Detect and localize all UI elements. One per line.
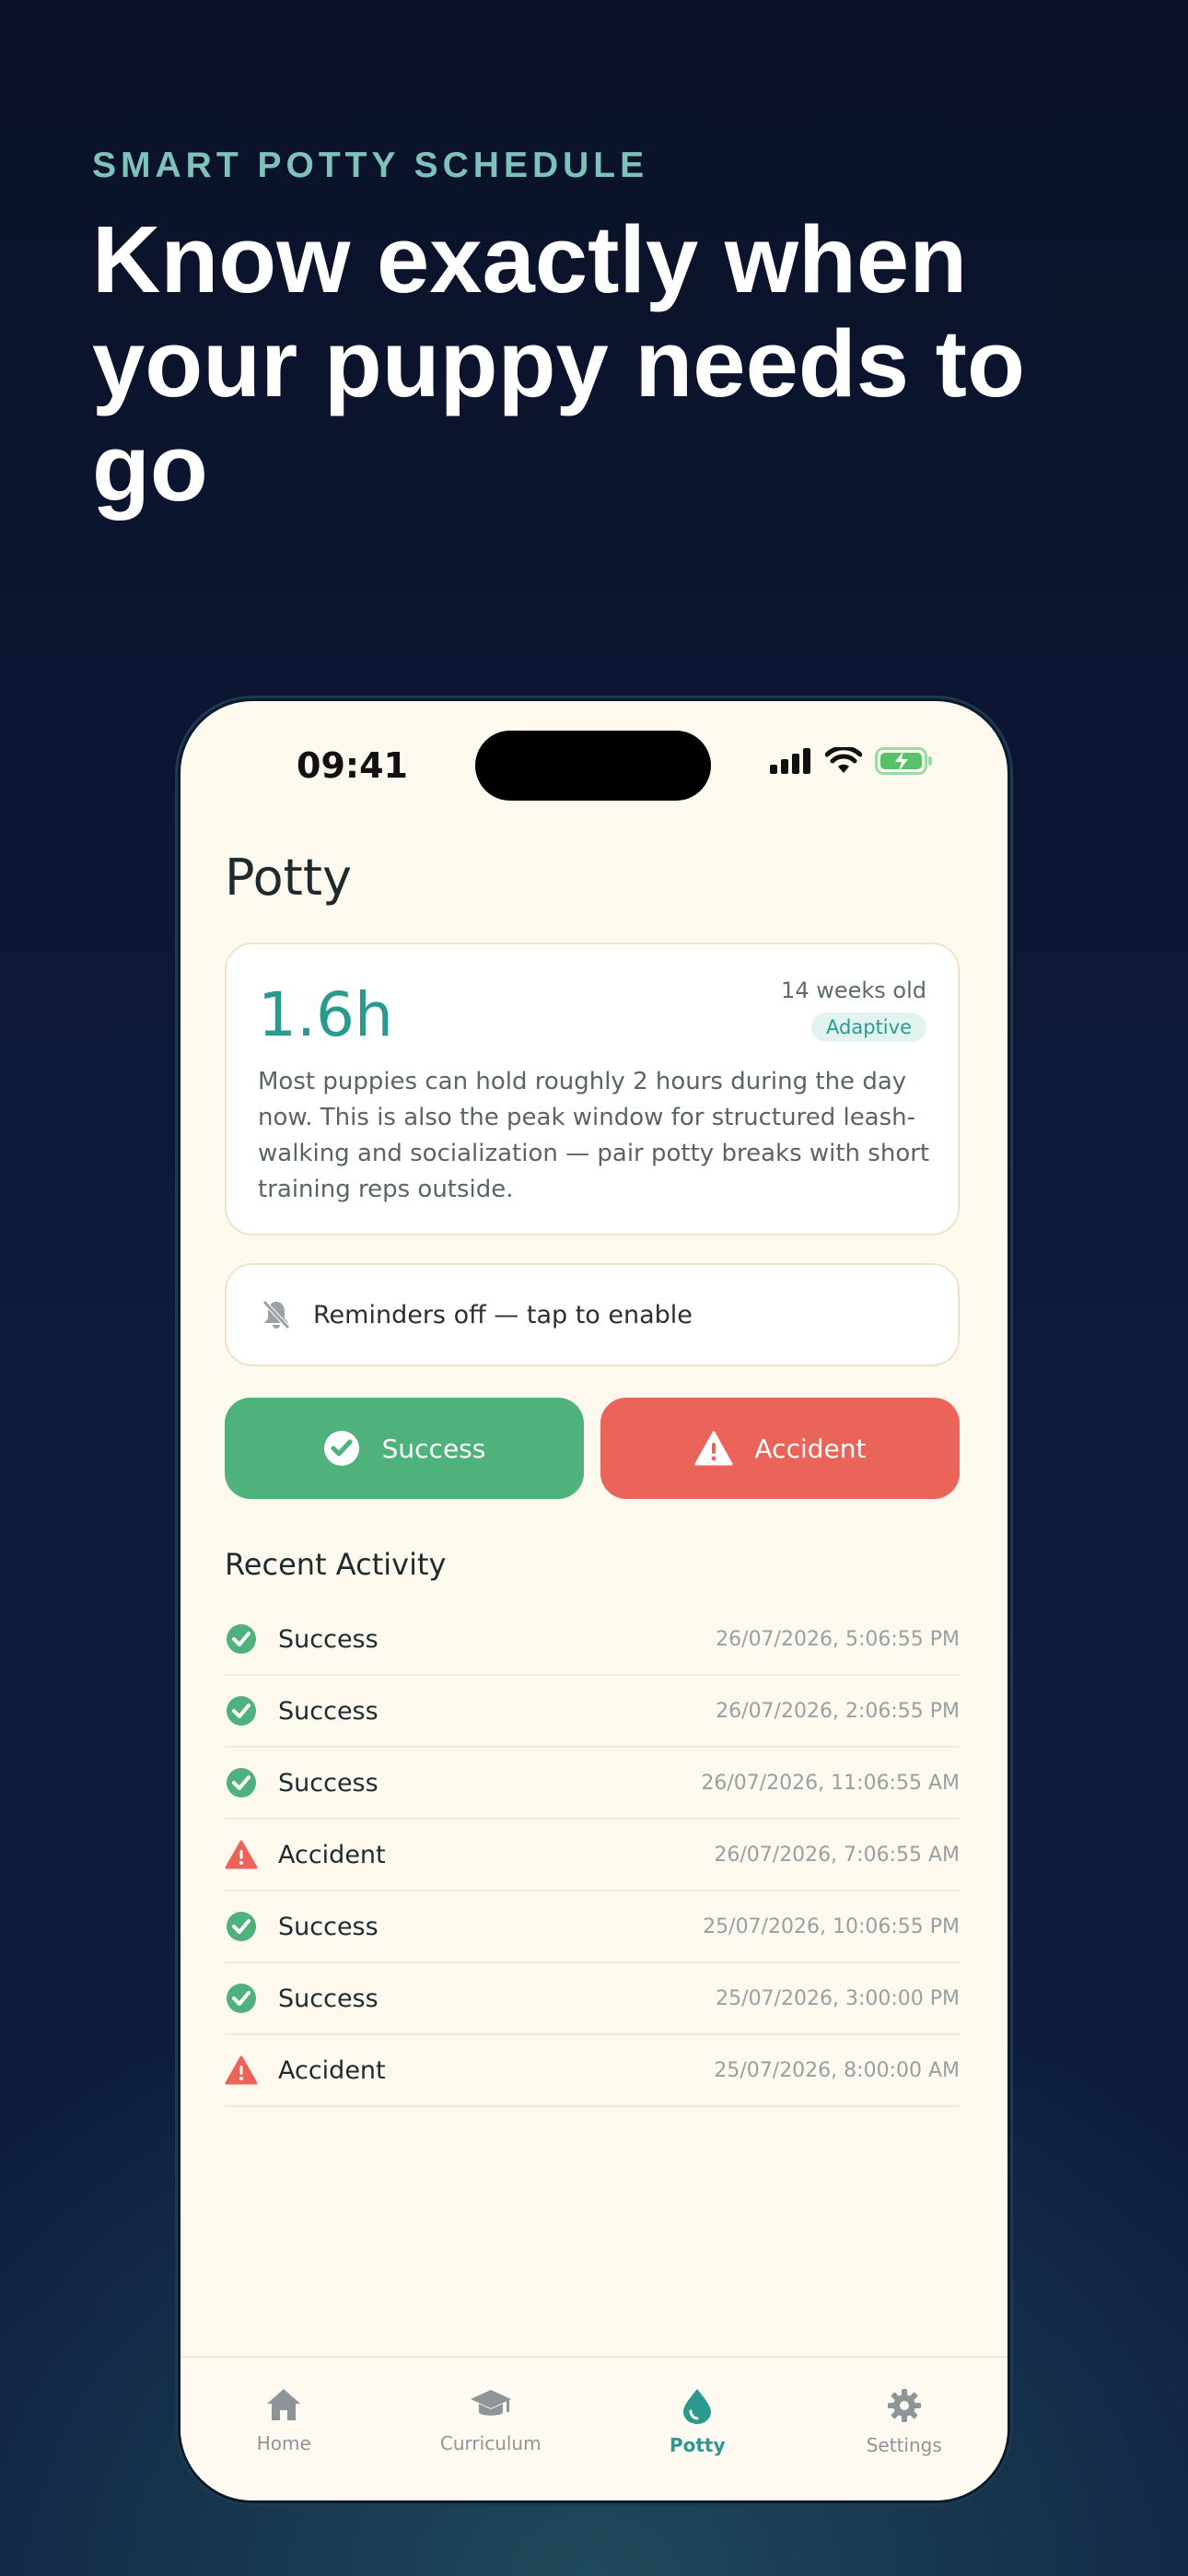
bell-off-icon [262, 1300, 290, 1329]
puppy-age: 14 weeks old [781, 978, 926, 1003]
activity-row[interactable]: Success 25/07/2026, 10:06:55 PM [225, 1891, 960, 1963]
activity-timestamp: 26/07/2026, 2:06:55 PM [716, 1699, 960, 1723]
phone-frame: 09:41 Potty 1.6h 14 weeks old Adaptive M… [175, 696, 1013, 2506]
potty-summary-card: 1.6h 14 weeks old Adaptive Most puppies … [225, 943, 960, 1235]
activity-timestamp: 26/07/2026, 5:06:55 PM [716, 1627, 960, 1651]
activity-label: Accident [278, 1840, 386, 1869]
status-time: 09:41 [297, 745, 408, 786]
activity-timestamp: 25/07/2026, 8:00:00 AM [714, 2058, 960, 2082]
tab-home[interactable]: Home [181, 2358, 388, 2500]
activity-row[interactable]: Success 26/07/2026, 11:06:55 AM [225, 1748, 960, 1820]
activity-label: Success [278, 1912, 379, 1941]
check-circle-icon [323, 1431, 359, 1466]
reminders-toggle[interactable]: Reminders off — tap to enable [225, 1263, 960, 1366]
activity-row[interactable]: Accident 26/07/2026, 7:06:55 AM [225, 1820, 960, 1891]
droplet-icon [681, 2387, 714, 2429]
activity-label: Success [278, 1984, 379, 2013]
home-icon [265, 2387, 302, 2427]
tab-label: Settings [866, 2434, 942, 2456]
app-screen: 09:41 Potty 1.6h 14 weeks old Adaptive M… [181, 701, 1007, 2500]
activity-timestamp: 26/07/2026, 7:06:55 AM [714, 1843, 960, 1867]
tab-label: Curriculum [439, 2432, 542, 2454]
warning-triangle-icon [225, 1838, 258, 1871]
tab-bar: Home Curriculum Potty Settings [181, 2356, 1007, 2500]
hero-headline: Know exactly when your puppy needs to go [92, 206, 1025, 521]
check-circle-icon [225, 1694, 258, 1727]
adaptive-badge: Adaptive [811, 1013, 926, 1042]
warning-triangle-icon [225, 2054, 258, 2087]
activity-timestamp: 26/07/2026, 11:06:55 AM [701, 1771, 960, 1795]
hold-hours: 1.6h [258, 979, 393, 1050]
tab-settings[interactable]: Settings [801, 2358, 1008, 2500]
graduation-cap-icon [470, 2387, 512, 2427]
cellular-signal-icon [770, 748, 810, 774]
accident-button-label: Accident [754, 1433, 867, 1464]
activity-timestamp: 25/07/2026, 3:00:00 PM [716, 1986, 960, 2010]
activity-timestamp: 25/07/2026, 10:06:55 PM [703, 1914, 960, 1938]
activity-label: Success [278, 1624, 379, 1654]
status-icons [770, 747, 934, 775]
hero-eyebrow: SMART POTTY SCHEDULE [92, 146, 649, 185]
activity-label: Success [278, 1696, 379, 1726]
tab-potty[interactable]: Potty [594, 2358, 801, 2500]
log-accident-button[interactable]: Accident [600, 1398, 960, 1499]
battery-charging-icon [875, 747, 932, 775]
activity-label: Success [278, 1768, 379, 1797]
activity-row[interactable]: Accident 25/07/2026, 8:00:00 AM [225, 2035, 960, 2107]
check-circle-icon [225, 1766, 258, 1799]
reminders-label: Reminders off — tap to enable [313, 1300, 693, 1329]
check-circle-icon [225, 1982, 258, 2015]
recent-activity-title: Recent Activity [225, 1547, 447, 1582]
activity-row[interactable]: Success 26/07/2026, 2:06:55 PM [225, 1676, 960, 1748]
activity-row[interactable]: Success 26/07/2026, 5:06:55 PM [225, 1604, 960, 1676]
check-circle-icon [225, 1910, 258, 1943]
summary-description: Most puppies can hold roughly 2 hours du… [258, 1068, 930, 1203]
success-button-label: Success [381, 1433, 486, 1464]
tab-label: Home [256, 2432, 311, 2454]
page-title: Potty [225, 849, 352, 907]
tab-curriculum[interactable]: Curriculum [388, 2358, 595, 2500]
activity-row[interactable]: Success 25/07/2026, 3:00:00 PM [225, 1963, 960, 2035]
check-circle-icon [225, 1622, 258, 1656]
dynamic-island [475, 731, 711, 801]
tab-label: Potty [669, 2434, 726, 2456]
log-success-button[interactable]: Success [225, 1398, 584, 1499]
wifi-icon [825, 747, 862, 773]
activity-list: Success 26/07/2026, 5:06:55 PM Success 26/0… [225, 1604, 960, 2107]
gear-icon [886, 2387, 923, 2429]
activity-label: Accident [278, 2055, 386, 2085]
warning-triangle-icon [694, 1431, 733, 1466]
